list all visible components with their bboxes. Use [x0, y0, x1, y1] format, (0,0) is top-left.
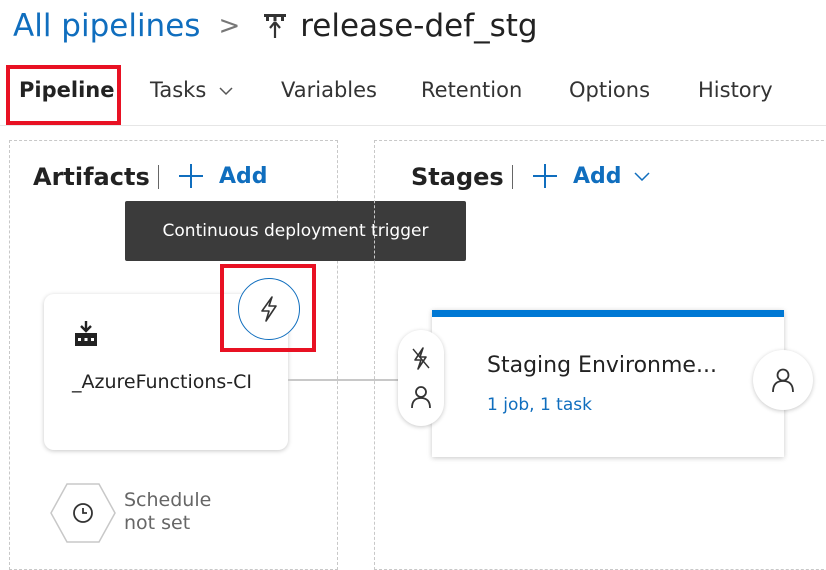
- add-artifact-label: Add: [219, 163, 268, 189]
- trigger-highlight: [220, 264, 316, 352]
- breadcrumb-all-pipelines-link[interactable]: All pipelines: [13, 8, 200, 44]
- add-artifact-button[interactable]: Add: [177, 162, 268, 190]
- page-title: release-def_stg: [300, 8, 538, 44]
- tab-tasks-label: Tasks: [150, 78, 207, 102]
- chevron-down-icon: [219, 87, 233, 96]
- pipeline-tab-highlight: [6, 65, 121, 125]
- plus-icon: [533, 164, 557, 188]
- schedule-status-line-1: Schedule: [124, 489, 212, 511]
- post-deployment-conditions-button[interactable]: [753, 350, 813, 410]
- pre-deployment-conditions-button[interactable]: [398, 330, 444, 426]
- stage-name: Staging Environme...: [487, 353, 717, 378]
- stage-details-link[interactable]: 1 job, 1 task: [487, 395, 592, 415]
- person-icon: [772, 368, 794, 393]
- chevron-down-icon: [634, 172, 650, 181]
- tab-options[interactable]: Options: [569, 78, 650, 102]
- artifact-name: _AzureFunctions-CI: [72, 371, 253, 393]
- schedule-trigger-button[interactable]: [50, 482, 116, 548]
- add-stage-button[interactable]: Add: [531, 162, 650, 190]
- artifacts-separator: [158, 165, 159, 189]
- breadcrumb: All pipelines > release-def_stg: [13, 8, 538, 44]
- schedule-status: Schedule not set: [124, 489, 211, 535]
- chevron-right-icon: >: [218, 11, 241, 41]
- tab-bar: Pipeline Tasks Variables Retention Optio…: [0, 72, 826, 118]
- tab-retention[interactable]: Retention: [421, 78, 522, 102]
- tab-variables[interactable]: Variables: [281, 78, 377, 102]
- artifacts-title: Artifacts: [33, 163, 150, 191]
- tab-tasks[interactable]: Tasks: [150, 78, 233, 102]
- tab-divider: [0, 125, 826, 126]
- add-stage-label: Add: [573, 163, 622, 189]
- stages-separator: [512, 165, 513, 189]
- clock-icon: [73, 503, 93, 523]
- build-artifact-icon: [72, 320, 100, 352]
- tab-history[interactable]: History: [698, 78, 773, 102]
- pipeline-icon: [262, 11, 288, 41]
- stages-title: Stages: [411, 163, 504, 191]
- schedule-status-line-2: not set: [124, 512, 191, 534]
- plus-icon: [179, 164, 203, 188]
- person-icon: [411, 386, 431, 409]
- pre-deployment-trigger-icon: [412, 347, 430, 370]
- stage-card[interactable]: Staging Environme... 1 job, 1 task: [432, 310, 784, 457]
